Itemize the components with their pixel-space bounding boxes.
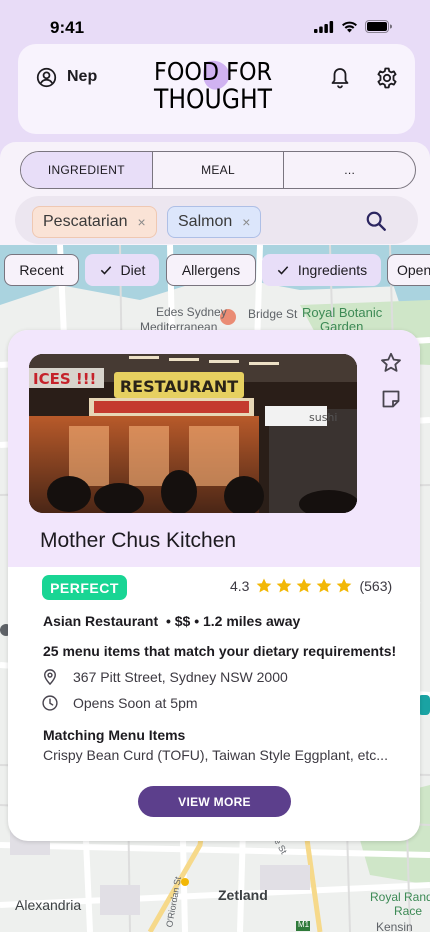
chip-recent-label: Recent: [19, 262, 64, 278]
clock-icon: [42, 695, 58, 711]
map-label-zetland: Zetland: [218, 887, 268, 903]
remove-tag-icon[interactable]: ×: [138, 214, 146, 230]
map-label-alexandria: Alexandria: [15, 897, 82, 913]
profile-button[interactable]: Nep: [36, 66, 97, 88]
food-for-thought-logo: FOOD FOR THOUGHT: [152, 54, 274, 110]
card-header: ICES !!! RESTAURANT sushi Mother Chus Ki…: [8, 330, 420, 567]
restaurant-card[interactable]: ICES !!! RESTAURANT sushi Mother Chus Ki…: [8, 330, 420, 841]
map-label-racecourse: Race: [394, 904, 423, 918]
restaurant-photo: ICES !!! RESTAURANT sushi: [29, 354, 357, 513]
logo-line-1: FOOD FOR: [154, 57, 272, 86]
header-card: Nep FOOD FOR THOUGHT: [18, 44, 415, 134]
status-icons: [314, 20, 392, 33]
map-label-royal-botanic: Royal Botanic: [302, 305, 383, 320]
tab-ingredient[interactable]: INGREDIENT: [21, 152, 153, 188]
settings-gear-icon[interactable]: [375, 66, 399, 90]
note-icon[interactable]: [379, 387, 403, 411]
star-icon: [277, 578, 292, 593]
battery-icon: [365, 20, 392, 33]
map-label-bridge-st: Bridge St: [248, 307, 298, 321]
cellular-signal-icon: [314, 20, 334, 33]
chip-recent[interactable]: Recent: [4, 254, 79, 286]
matching-menu-title: Matching Menu Items: [43, 727, 186, 743]
map-label-m1: M1: [298, 920, 310, 929]
remove-tag-icon[interactable]: ×: [242, 214, 250, 230]
star-icon: [337, 578, 352, 593]
restaurant-category: Asian Restaurant: [43, 613, 159, 629]
tag-salmon[interactable]: Salmon ×: [167, 206, 262, 238]
hours-text: Opens Soon at 5pm: [73, 695, 198, 711]
search-bar[interactable]: Pescatarian × Salmon ×: [15, 196, 418, 244]
chip-ingredients[interactable]: Ingredients: [262, 254, 381, 286]
rating-row: 4.3 (563): [230, 577, 392, 595]
photo-sign-restaurant: RESTAURANT: [120, 377, 238, 396]
chip-open-label: Open: [397, 262, 430, 278]
tab-meal[interactable]: MEAL: [153, 152, 285, 188]
star-icon: [297, 578, 312, 593]
hours-row: Opens Soon at 5pm: [41, 694, 198, 712]
search-icon[interactable]: [365, 210, 387, 232]
map-label-kensington: Kensin: [376, 920, 413, 932]
tag-salmon-label: Salmon: [178, 213, 233, 230]
rating-value: 4.3: [230, 578, 250, 594]
tab-more[interactable]: ...: [284, 152, 415, 188]
wifi-icon: [342, 21, 357, 32]
chip-open[interactable]: Open: [387, 254, 430, 286]
chip-diet[interactable]: Diet: [85, 254, 159, 286]
photo-sign-sushi: sushi: [309, 411, 337, 424]
rating-stars: [255, 577, 353, 595]
match-badge: PERFECT: [42, 575, 127, 600]
match-summary: 25 menu items that match your dietary re…: [43, 643, 397, 659]
check-icon: [277, 266, 289, 275]
map-label-edes: Edes Sydney: [156, 305, 227, 319]
category-line: Asian Restaurant • $$ • 1.2 miles away: [43, 613, 300, 629]
logo-line-2: THOUGHT: [153, 84, 272, 110]
chip-ingredients-label: Ingredients: [297, 262, 368, 278]
tag-pescatarian[interactable]: Pescatarian ×: [32, 206, 157, 238]
restaurant-name: Mother Chus Kitchen: [40, 529, 237, 552]
tag-pescatarian-label: Pescatarian: [43, 213, 128, 230]
price-distance: • $$ • 1.2 miles away: [165, 613, 301, 629]
chip-diet-label: Diet: [120, 262, 146, 278]
map-label-royal-randwick: Royal Rand: [370, 890, 430, 904]
photo-sign-ices: ICES !!!: [33, 370, 96, 388]
notifications-bell-icon[interactable]: [328, 66, 352, 90]
location-pin-icon: [44, 669, 56, 686]
address-row[interactable]: 367 Pitt Street, Sydney NSW 2000: [41, 668, 288, 686]
favorite-star-icon[interactable]: [379, 351, 403, 375]
matching-menu-items: Crispy Bean Curd (TOFU), Taiwan Style Eg…: [43, 747, 388, 763]
star-icon: [257, 578, 272, 593]
filter-chip-row: Recent Diet Allergens Ingredients Open: [0, 254, 430, 286]
account-circle-icon: [36, 67, 57, 87]
view-more-button[interactable]: VIEW MORE: [138, 786, 291, 817]
star-icon: [317, 578, 332, 593]
review-count: (563): [359, 578, 393, 594]
restaurant-photo-image: ICES !!! RESTAURANT sushi: [29, 354, 357, 513]
check-icon: [100, 266, 111, 275]
profile-name: Nep: [67, 68, 98, 85]
address-text: 367 Pitt Street, Sydney NSW 2000: [73, 669, 288, 685]
status-time: 9:41: [50, 18, 85, 37]
top-region: 9:41 Nep FOOD FOR THOUGHT INGREDIENT MEA…: [0, 0, 430, 245]
search-panel: INGREDIENT MEAL ... Pescatarian × Salmon…: [0, 142, 430, 245]
mode-segmented-control: INGREDIENT MEAL ...: [20, 151, 416, 189]
chip-allergens[interactable]: Allergens: [166, 254, 256, 286]
chip-allergens-label: Allergens: [181, 262, 241, 278]
